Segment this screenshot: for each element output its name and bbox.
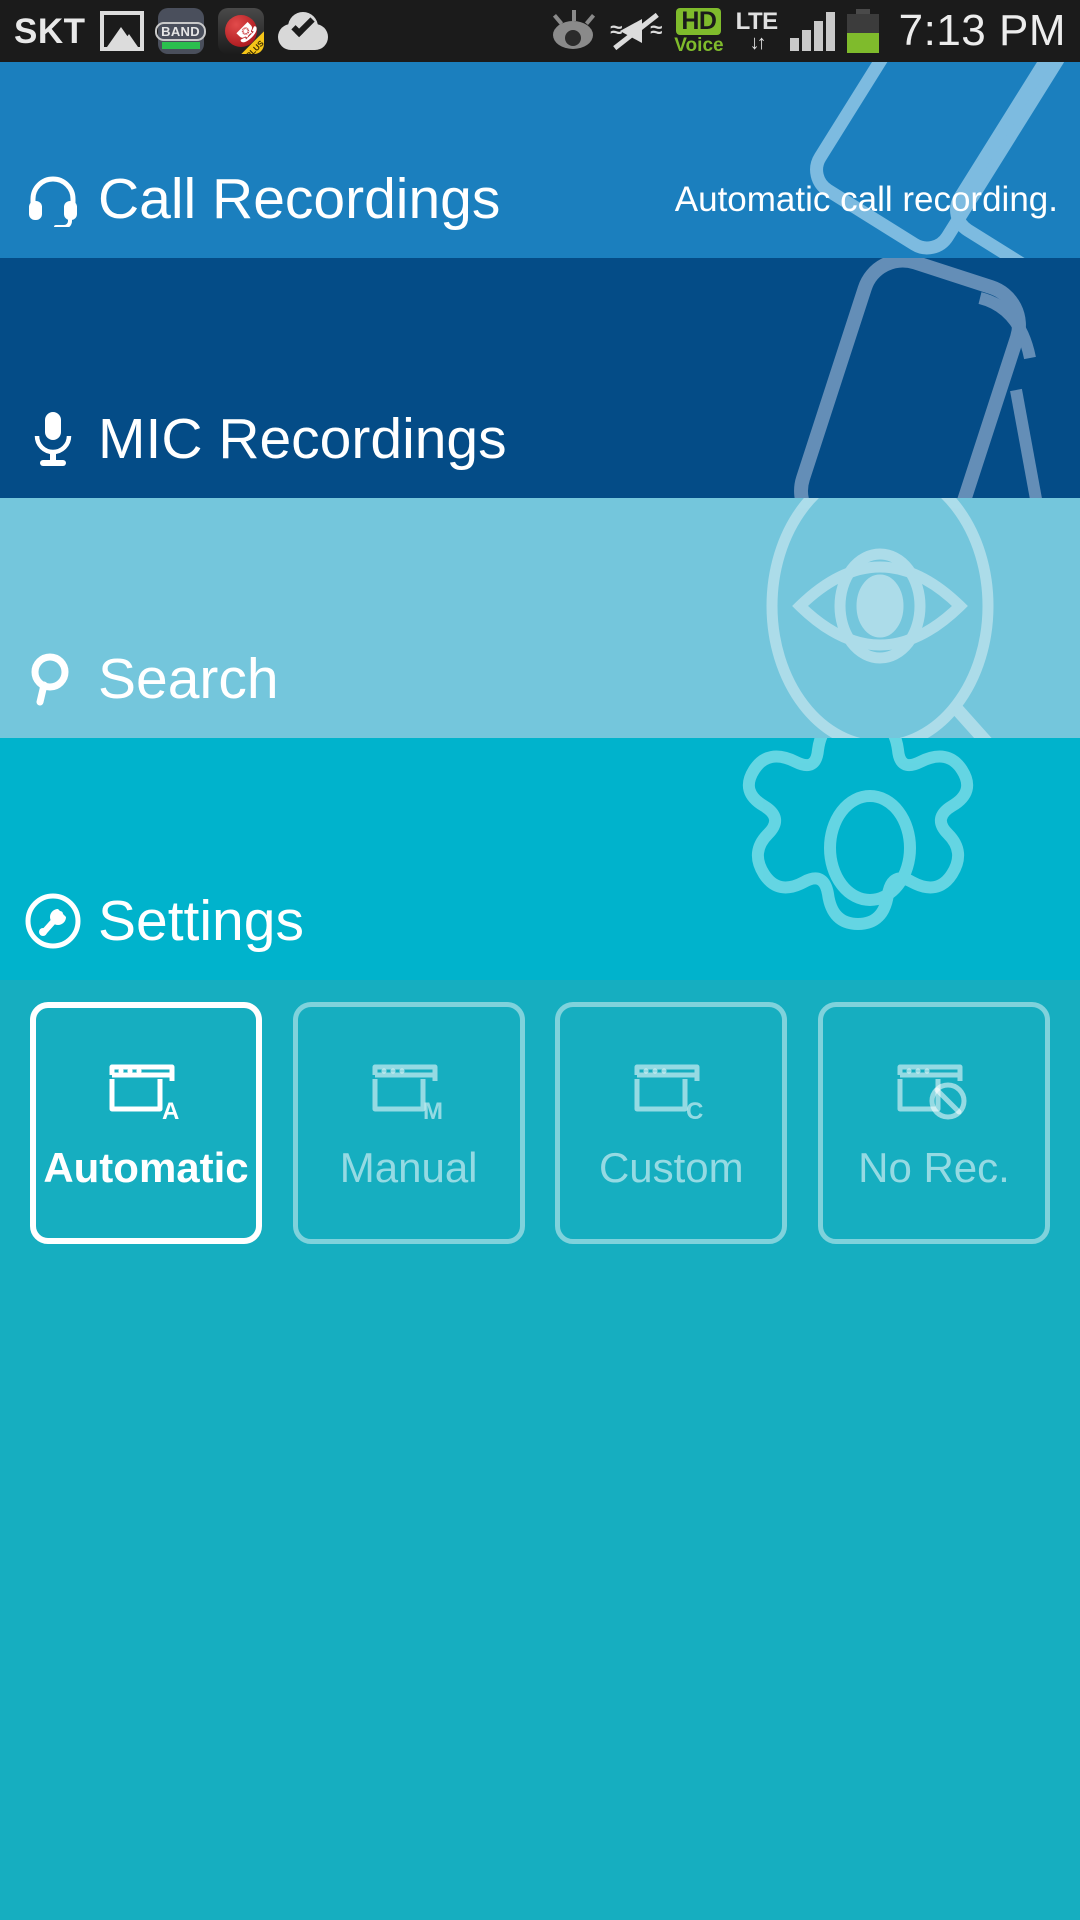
- svg-text:M: M: [423, 1098, 443, 1123]
- section-settings-label: Settings: [98, 888, 304, 953]
- section-list: Call Recordings Automatic call recording…: [0, 62, 1080, 980]
- carrier-label: SKT: [14, 11, 86, 51]
- clock-label: 7:13 PM: [898, 6, 1066, 55]
- sound-muted-vibrate-icon: ≈ ≈: [610, 11, 662, 51]
- signal-bar-4: [825, 12, 835, 51]
- signal-bar-2: [801, 30, 811, 51]
- window-blocked-icon: [892, 1057, 976, 1123]
- window-c-icon: C: [629, 1057, 713, 1125]
- window-m-icon: M: [367, 1057, 451, 1125]
- call-recorder-icon: ☎ PLUS: [217, 8, 264, 54]
- mode-button-custom[interactable]: C Custom: [555, 1002, 788, 1244]
- status-bar[interactable]: SKT BAND ☎ PLUS ≈ ≈ HD Voice LTE ↓↑ 7:13…: [0, 0, 1080, 62]
- band-app-icon: BAND: [155, 8, 206, 54]
- section-call-recordings[interactable]: Call Recordings Automatic call recording…: [0, 62, 1080, 258]
- band-app-icon-bar: [161, 42, 200, 49]
- hd-voice-icon-badge: HD: [676, 7, 722, 35]
- wrench-circle-icon: [22, 890, 84, 952]
- section-mic-recordings-label: MIC Recordings: [98, 406, 507, 471]
- section-settings-content: Settings: [0, 890, 1080, 980]
- section-call-recordings-label: Call Recordings: [98, 166, 501, 231]
- window-a-icon: A: [104, 1057, 188, 1125]
- microphone-icon: [22, 408, 84, 470]
- smart-stay-eye-icon: [548, 10, 598, 51]
- section-search[interactable]: Search: [0, 498, 1080, 738]
- svg-text:C: C: [686, 1098, 703, 1123]
- magnifier-icon: [22, 648, 84, 710]
- battery-icon: [846, 9, 879, 53]
- signal-bar-3: [813, 21, 823, 51]
- section-mic-recordings-content: MIC Recordings: [0, 408, 1080, 498]
- headset-icon: [22, 168, 84, 230]
- signal-bar-1: [789, 38, 799, 51]
- mode-button-automatic-label: Automatic: [43, 1144, 249, 1191]
- lte-data-icon-arrows: ↓↑: [749, 31, 767, 54]
- lte-data-icon-label: LTE: [735, 7, 779, 35]
- mode-button-custom-label: Custom: [598, 1144, 744, 1191]
- cloud-sync-icon: [277, 12, 328, 50]
- smart-stay-eye-icon-lash-right: [585, 14, 596, 25]
- mode-button-no-rec-label: No Rec.: [858, 1144, 1010, 1191]
- hd-voice-icon: HD Voice: [674, 7, 724, 56]
- mode-button-manual[interactable]: M Manual: [292, 1002, 525, 1244]
- recording-mode-selector: A Automatic M Manual C Custom No Rec.: [0, 980, 1080, 1270]
- lte-data-icon: LTE ↓↑: [735, 7, 779, 54]
- section-settings[interactable]: Settings: [0, 738, 1080, 980]
- battery-icon-fill: [846, 33, 879, 53]
- band-app-icon-text: BAND: [155, 21, 206, 41]
- section-call-recordings-content: Call Recordings Automatic call recording…: [0, 168, 1080, 258]
- mode-button-manual-label: Manual: [339, 1144, 478, 1191]
- screenshot-icon: [99, 11, 144, 51]
- status-bar-right-group: ≈ ≈ HD Voice LTE ↓↑ 7:13 PM: [548, 6, 1066, 56]
- status-bar-left-group: SKT BAND ☎ PLUS: [14, 8, 328, 54]
- mode-button-no-rec[interactable]: No Rec.: [817, 1002, 1050, 1244]
- section-call-recordings-subtitle: Automatic call recording.: [674, 179, 1058, 219]
- section-mic-recordings[interactable]: MIC Recordings: [0, 258, 1080, 498]
- svg-text:A: A: [162, 1098, 179, 1123]
- signal-bars-icon: [789, 11, 835, 51]
- section-search-label: Search: [98, 646, 279, 711]
- hd-voice-icon-label: Voice: [674, 34, 724, 56]
- smart-stay-eye-icon-lash-top: [572, 10, 577, 21]
- mode-button-automatic[interactable]: A Automatic: [30, 1002, 262, 1244]
- section-search-content: Search: [0, 648, 1080, 738]
